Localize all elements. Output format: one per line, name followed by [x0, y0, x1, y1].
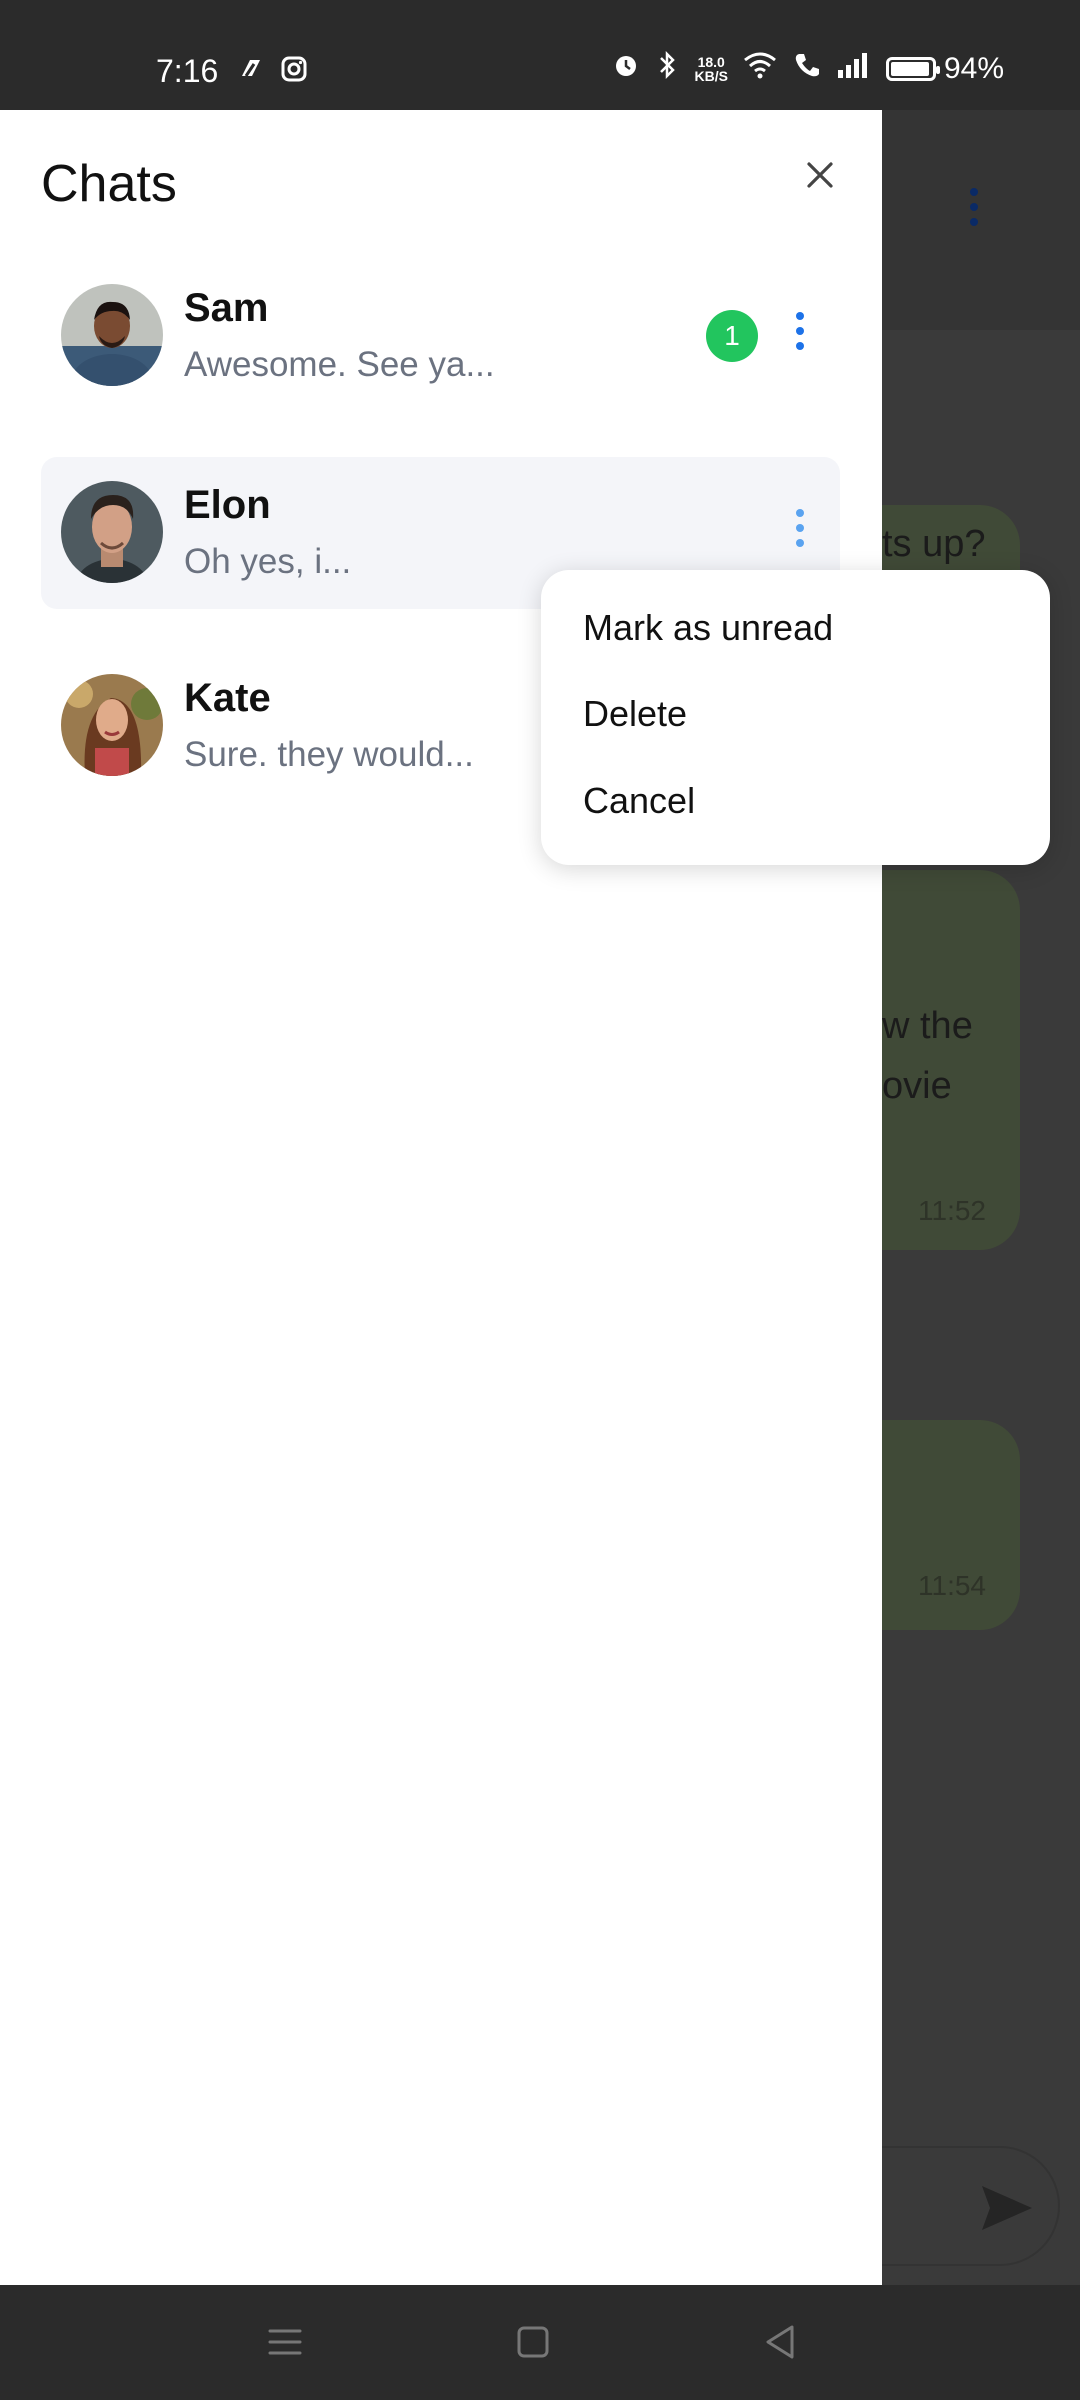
chat-options-button[interactable] — [786, 509, 814, 557]
chat-list-item[interactable]: Sam Awesome. See ya... 1 — [41, 260, 840, 412]
network-speed-value: 18.0 — [697, 54, 725, 70]
battery-indicator: 94% — [885, 52, 1004, 86]
back-button[interactable] — [756, 2317, 806, 2367]
drawer-title: Chats — [41, 155, 177, 213]
battery-fill — [890, 62, 929, 76]
network-speed: 18.0 KB/S — [695, 55, 728, 83]
avatar — [61, 674, 163, 776]
app-icon — [236, 54, 266, 89]
chat-context-menu: Mark as unread Delete Cancel — [541, 570, 1050, 865]
background-message-text: w the — [882, 1005, 973, 1047]
chat-name: Sam — [184, 286, 269, 330]
chats-drawer: Chats Sam Awesome. See ya... 1 Elon Oh y… — [0, 110, 882, 2285]
recent-apps-button[interactable] — [260, 2317, 310, 2367]
home-button[interactable] — [508, 2317, 558, 2367]
menu-icon — [268, 2329, 302, 2355]
chat-name: Kate — [184, 676, 271, 720]
status-bar: 7:16 18.0 KB/S 94% — [0, 0, 1080, 110]
call-icon — [792, 50, 822, 88]
avatar — [61, 481, 163, 583]
close-drawer-button[interactable] — [800, 155, 840, 195]
background-message-text: ts up? — [882, 523, 986, 565]
menu-item-mark-as-unread[interactable]: Mark as unread — [583, 603, 833, 653]
chat-options-button[interactable] — [786, 312, 814, 360]
status-notification-icons — [236, 54, 308, 89]
send-icon — [982, 2186, 1032, 2230]
battery-icon — [885, 57, 940, 81]
background-message-time: 11:52 — [918, 1195, 986, 1226]
bluetooth-icon — [655, 50, 681, 88]
chat-name: Elon — [184, 483, 271, 527]
wifi-icon — [742, 50, 778, 88]
network-speed-unit: KB/S — [694, 68, 728, 84]
chat-preview: Awesome. See ya... — [184, 345, 495, 384]
menu-item-delete[interactable]: Delete — [583, 689, 687, 739]
close-icon — [807, 162, 833, 188]
status-right-cluster: 18.0 KB/S 94% — [611, 50, 1004, 88]
system-navigation-bar — [0, 2285, 1080, 2400]
chat-preview: Sure. they would... — [184, 735, 474, 774]
battery-percent: 94% — [943, 52, 1004, 85]
more-options-icon — [970, 188, 980, 233]
signal-icon — [836, 50, 872, 88]
avatar — [61, 284, 163, 386]
unread-badge: 1 — [706, 310, 758, 362]
menu-item-cancel[interactable]: Cancel — [583, 776, 695, 826]
alarm-icon — [611, 50, 641, 88]
chat-preview: Oh yes, i... — [184, 542, 352, 581]
home-square-icon — [517, 2326, 549, 2358]
background-message-text: ovie — [882, 1065, 952, 1107]
instagram-icon — [280, 55, 308, 88]
status-time: 7:16 — [156, 53, 219, 89]
background-message-time: 11:54 — [918, 1570, 986, 1601]
back-triangle-icon — [766, 2325, 794, 2359]
